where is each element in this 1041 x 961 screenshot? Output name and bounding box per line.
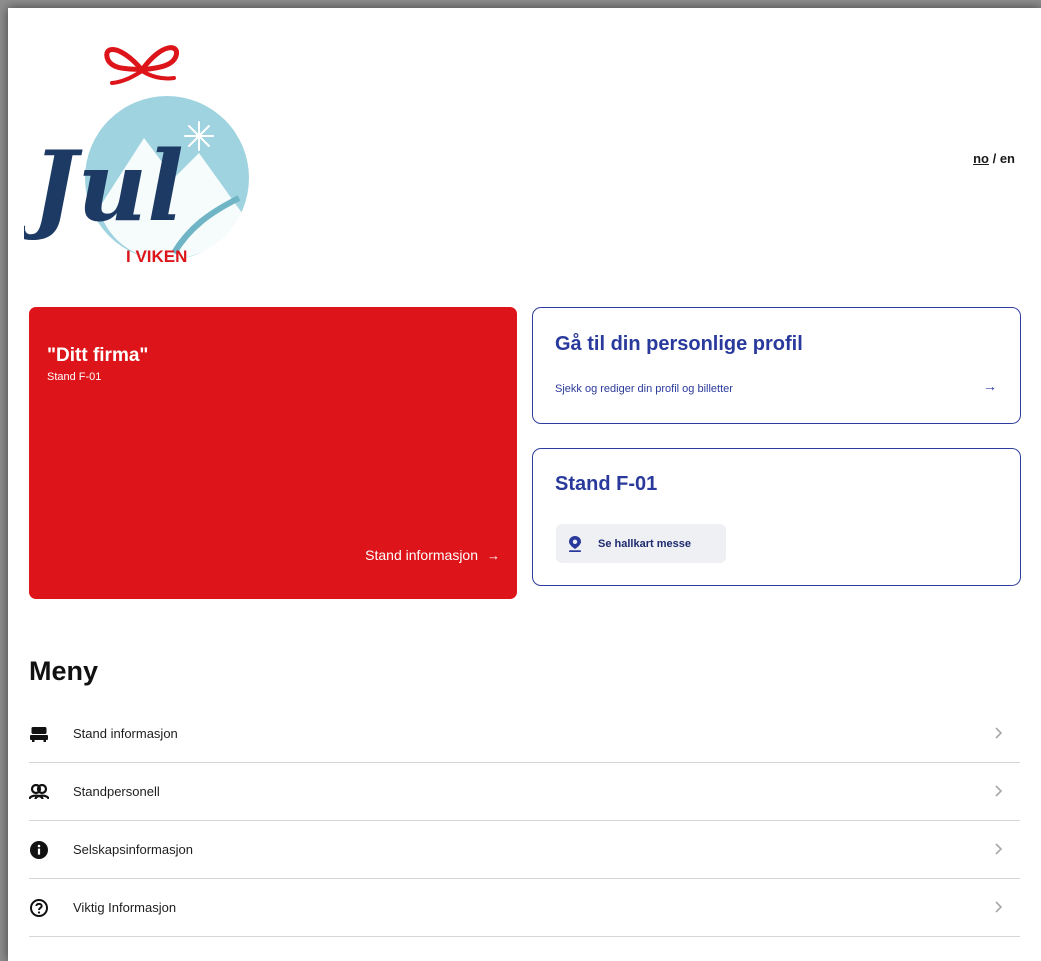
chevron-right-icon: [995, 785, 1003, 797]
app-frame: Jul I VIKEN no / en "Ditt firma" Stand F…: [8, 8, 1041, 961]
company-stand: Stand F-01: [47, 371, 102, 383]
lang-separator: /: [992, 151, 997, 166]
jul-i-viken-logo[interactable]: Jul I VIKEN: [24, 38, 264, 270]
language-switch: no / en: [973, 151, 1015, 166]
menu-title: Meny: [29, 656, 99, 686]
menu-item-important-info[interactable]: Viktig Informasjon: [29, 879, 1020, 937]
menu-item-label: Selskapsinformasjon: [73, 842, 193, 857]
lang-en-link[interactable]: en: [1000, 151, 1015, 166]
logo-graphic: Jul I VIKEN: [24, 45, 249, 266]
lang-no-link[interactable]: no: [973, 151, 989, 166]
company-card[interactable]: "Ditt firma" Stand F-01 Stand informasjo…: [29, 307, 517, 599]
svg-text:I VIKEN: I VIKEN: [126, 247, 187, 266]
map-pin-icon: [569, 535, 581, 552]
hall-map-button-label: Se hallkart messe: [598, 537, 691, 550]
chevron-right-icon: [995, 901, 1003, 913]
menu-item-staff[interactable]: Standpersonell: [29, 763, 1020, 821]
profile-card-subtitle: Sjekk og rediger din profil og billetter: [555, 383, 733, 395]
chevron-right-icon: [995, 843, 1003, 855]
menu-list: Stand informasjon Standpersonell Selskap…: [29, 705, 1020, 937]
stand-info-link-label: Stand informasjon: [365, 547, 478, 563]
stand-info-link[interactable]: Stand informasjon →: [365, 547, 500, 563]
arrow-right-icon: →: [487, 547, 500, 563]
arrow-right-icon: →: [983, 378, 997, 394]
menu-item-label: Stand informasjon: [73, 726, 178, 741]
menu-item-label: Viktig Informasjon: [73, 900, 177, 915]
company-name: "Ditt firma": [47, 345, 149, 366]
info-icon: [29, 840, 49, 860]
profile-card-title: Gå til din personlige profil: [555, 333, 803, 355]
profile-card[interactable]: Gå til din personlige profil Sjekk og re…: [532, 307, 1021, 424]
menu-item-label: Standpersonell: [73, 784, 160, 799]
stand-card-title: Stand F-01: [555, 473, 658, 495]
hall-map-button[interactable]: Se hallkart messe: [556, 524, 726, 563]
menu-item-company-info[interactable]: Selskapsinformasjon: [29, 821, 1020, 879]
chevron-right-icon: [995, 727, 1003, 739]
question-icon: [29, 898, 49, 918]
stand-card: Stand F-01 Se hallkart messe: [532, 448, 1021, 586]
stand-icon: [29, 724, 49, 744]
menu-item-stand-info[interactable]: Stand informasjon: [29, 705, 1020, 763]
people-icon: [29, 782, 49, 802]
svg-text:Jul: Jul: [24, 130, 184, 243]
